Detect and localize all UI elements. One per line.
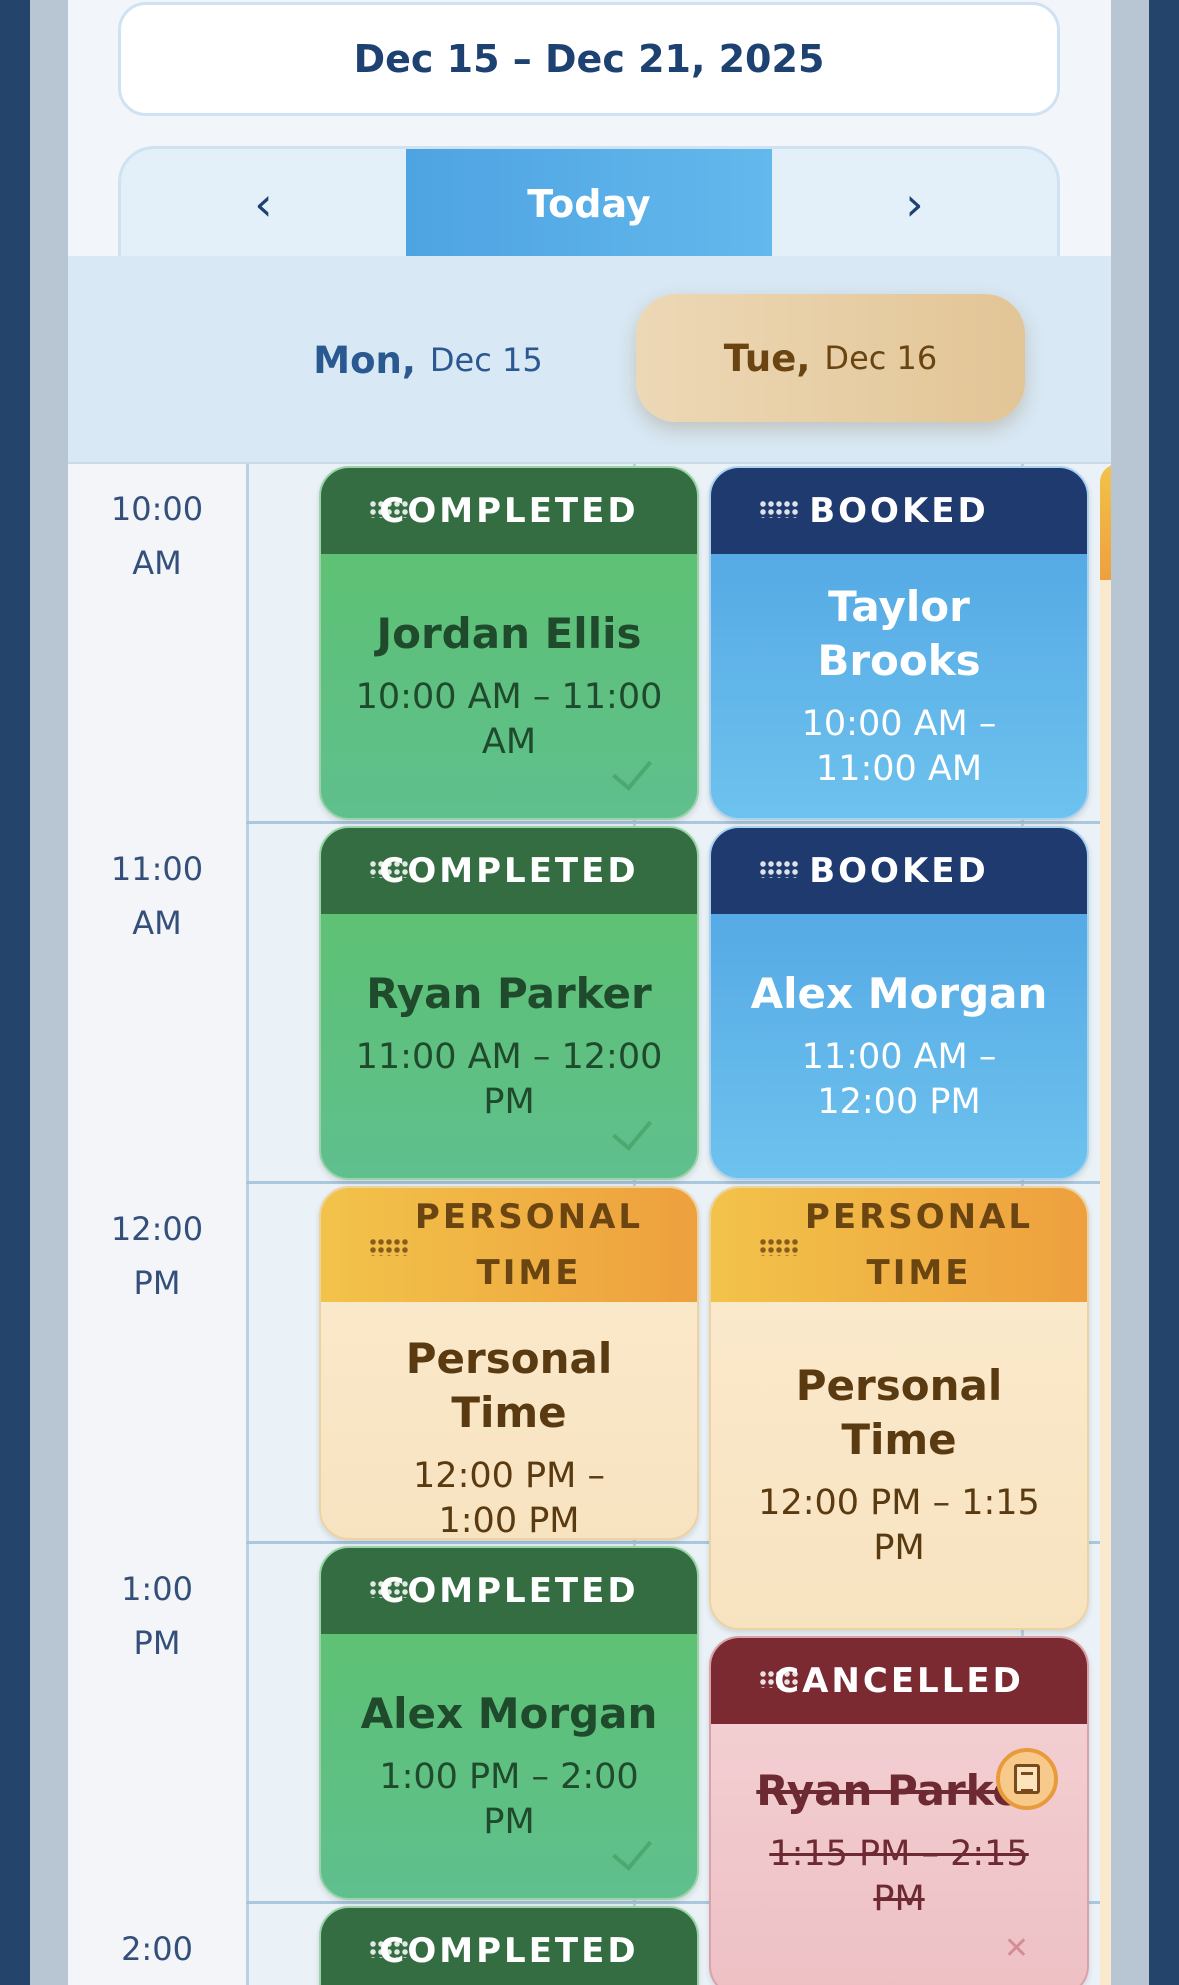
day-tab-mon[interactable]: Mon, Dec 15 bbox=[248, 296, 608, 424]
status-badge: COMPLETED bbox=[379, 1931, 639, 1971]
appointment-card[interactable]: BOOKED Alex Morgan 11:00 AM – 12:00 PM bbox=[709, 826, 1089, 1180]
previous-week-button[interactable]: ‹ bbox=[121, 149, 406, 256]
card-status-header: CANCELLED bbox=[711, 1638, 1087, 1724]
partial-card-body bbox=[1100, 580, 1111, 1985]
card-body: Ryan Parker 11:00 AM – 12:00 PM bbox=[321, 914, 697, 1178]
appointment-time: 10:00 AM – 11:00 AM bbox=[801, 704, 997, 789]
drag-handle-icon[interactable] bbox=[759, 1670, 799, 1688]
client-name: Jordan Ellis bbox=[376, 609, 642, 658]
day-date: Dec 15 bbox=[429, 341, 543, 379]
schedule-grid: COMPLETED Jordan Ellis 10:00 AM – 11:00 … bbox=[246, 464, 1111, 1985]
time-slot-label: 11:00 AM bbox=[110, 850, 204, 942]
cancel-x-icon: ✕ bbox=[1003, 1931, 1029, 1966]
week-navigation: ‹ Today › bbox=[118, 146, 1060, 256]
drag-handle-icon[interactable] bbox=[759, 860, 799, 878]
time-slot-label: 12:00 PM bbox=[110, 1210, 204, 1302]
partial-personal-time-card[interactable] bbox=[1100, 464, 1111, 1985]
today-label: Today bbox=[527, 182, 651, 226]
status-badge: PERSONAL TIME bbox=[804, 1197, 1034, 1293]
block-time: 12:00 PM – 1:15 PM bbox=[758, 1483, 1040, 1568]
appointment-time: 1:15 PM – 2:15 PM bbox=[769, 1834, 1029, 1919]
appointment-card-cancelled[interactable]: CANCELLED Ryan Parker 1:15 PM – 2:15 PM … bbox=[709, 1636, 1089, 1985]
drag-handle-icon[interactable] bbox=[369, 860, 409, 878]
day-weekday: Mon, bbox=[313, 338, 416, 382]
card-status-header: COMPLETED bbox=[321, 1548, 697, 1634]
time-slot-label: 2:00 bbox=[121, 1930, 193, 1968]
drag-handle-icon[interactable] bbox=[369, 1940, 409, 1958]
client-name: Alex Morgan bbox=[750, 969, 1048, 1018]
today-button[interactable]: Today bbox=[406, 149, 772, 256]
card-body: Jordan Ellis 10:00 AM – 11:00 AM bbox=[321, 554, 697, 818]
appointment-card[interactable]: BOOKED Taylor Brooks 10:00 AM – 11:00 AM bbox=[709, 466, 1089, 820]
appointment-card[interactable]: COMPLETED bbox=[319, 1906, 699, 1985]
grid-row-line bbox=[246, 821, 1111, 824]
card-status-header: PERSONAL TIME bbox=[711, 1188, 1087, 1302]
appointment-time: 11:00 AM – 12:00 PM bbox=[801, 1037, 997, 1122]
drag-handle-icon[interactable] bbox=[759, 500, 799, 518]
block-title: Personal Time bbox=[795, 1361, 1003, 1464]
drag-handle-icon[interactable] bbox=[369, 1580, 409, 1598]
chevron-left-icon: ‹ bbox=[254, 177, 273, 231]
status-badge: CANCELLED bbox=[774, 1661, 1024, 1701]
drag-handle-icon[interactable] bbox=[759, 1238, 799, 1256]
day-header-row: Mon, Dec 15 Tue, Dec 16 bbox=[68, 256, 1111, 464]
card-status-header: PERSONAL TIME bbox=[321, 1188, 697, 1302]
calendar-app: Dec 15 – Dec 21, 2025 ‹ Today › Mon, Dec… bbox=[68, 0, 1111, 1985]
card-status-header: COMPLETED bbox=[321, 1908, 697, 1985]
personal-time-card[interactable]: PERSONAL TIME Personal Time 12:00 PM – 1… bbox=[319, 1186, 699, 1540]
client-name: Alex Morgan bbox=[360, 1689, 658, 1738]
appointment-time: 1:00 PM – 2:00 PM bbox=[379, 1757, 639, 1842]
personal-time-card[interactable]: PERSONAL TIME Personal Time 12:00 PM – 1… bbox=[709, 1186, 1089, 1630]
card-body: Alex Morgan 11:00 AM – 12:00 PM bbox=[711, 914, 1087, 1178]
day-tab-tue-selected[interactable]: Tue, Dec 16 bbox=[636, 294, 1025, 422]
drag-handle-icon[interactable] bbox=[369, 1238, 409, 1256]
card-body: Personal Time 12:00 PM – 1:15 PM bbox=[711, 1302, 1087, 1628]
week-range-button[interactable]: Dec 15 – Dec 21, 2025 bbox=[118, 2, 1060, 116]
appointment-card[interactable]: COMPLETED Alex Morgan 1:00 PM – 2:00 PM bbox=[319, 1546, 699, 1900]
time-column: 10:00 AM 11:00 AM 12:00 PM 1:00 PM 2:00 bbox=[68, 464, 246, 1985]
status-badge: COMPLETED bbox=[379, 1571, 639, 1611]
partial-card-header bbox=[1100, 464, 1111, 580]
right-edge bbox=[1111, 0, 1149, 1985]
chevron-right-icon: › bbox=[905, 177, 924, 231]
week-range-label: Dec 15 – Dec 21, 2025 bbox=[353, 37, 825, 81]
status-badge: PERSONAL TIME bbox=[414, 1197, 644, 1293]
card-status-header: COMPLETED bbox=[321, 468, 697, 554]
client-name: Ryan Parker bbox=[366, 969, 652, 1018]
time-slot-label: 10:00 AM bbox=[110, 490, 204, 582]
card-status-header: COMPLETED bbox=[321, 828, 697, 914]
block-title: Personal Time bbox=[405, 1334, 613, 1437]
time-slot-label: 1:00 PM bbox=[121, 1570, 193, 1662]
status-badge: COMPLETED bbox=[379, 491, 639, 531]
document-icon bbox=[1014, 1764, 1040, 1794]
grid-row-line bbox=[246, 1181, 1111, 1184]
status-badge: COMPLETED bbox=[379, 851, 639, 891]
status-badge: BOOKED bbox=[809, 491, 989, 531]
appointment-card[interactable]: COMPLETED Jordan Ellis 10:00 AM – 11:00 … bbox=[319, 466, 699, 820]
next-week-button[interactable]: › bbox=[772, 149, 1057, 256]
appointment-time: 10:00 AM – 11:00 AM bbox=[355, 677, 663, 762]
client-name: Taylor Brooks bbox=[817, 582, 981, 685]
status-badge: BOOKED bbox=[809, 851, 989, 891]
grid-column-line bbox=[246, 464, 249, 1985]
card-body: Personal Time 12:00 PM – 1:00 PM bbox=[321, 1302, 697, 1538]
card-status-header: BOOKED bbox=[711, 468, 1087, 554]
appointment-time: 11:00 AM – 12:00 PM bbox=[355, 1037, 663, 1122]
day-date: Dec 16 bbox=[824, 339, 938, 377]
notes-icon[interactable] bbox=[996, 1748, 1058, 1810]
block-time: 12:00 PM – 1:00 PM bbox=[413, 1456, 605, 1540]
card-body: Alex Morgan 1:00 PM – 2:00 PM bbox=[321, 1634, 697, 1898]
card-status-header: BOOKED bbox=[711, 828, 1087, 914]
appointment-card[interactable]: COMPLETED Ryan Parker 11:00 AM – 12:00 P… bbox=[319, 826, 699, 1180]
card-body: Taylor Brooks 10:00 AM – 11:00 AM bbox=[711, 554, 1087, 818]
day-weekday: Tue, bbox=[723, 336, 811, 380]
drag-handle-icon[interactable] bbox=[369, 500, 409, 518]
left-edge bbox=[30, 0, 68, 1985]
